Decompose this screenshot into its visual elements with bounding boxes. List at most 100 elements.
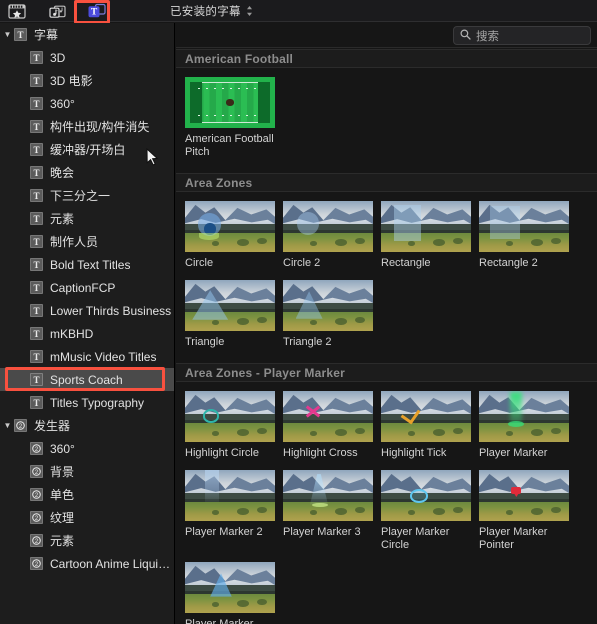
sidebar-group-titles[interactable]: ▼ T 字幕	[0, 23, 174, 46]
item-thumbnail[interactable]	[185, 77, 275, 128]
sidebar-item-captionfcp[interactable]: ▶ T CaptionFCP	[0, 276, 174, 299]
browser-item[interactable]: Player Marker	[479, 391, 577, 460]
title-icon: T	[29, 143, 43, 157]
search-field[interactable]: 搜索	[453, 26, 591, 45]
sidebar-item-label: CaptionFCP	[50, 280, 116, 295]
section-header: American Football	[176, 49, 597, 68]
browser-item[interactable]: Player Marker 3	[283, 470, 381, 552]
sidebar-item-[interactable]: ▶ T 晚会	[0, 161, 174, 184]
item-thumbnail[interactable]	[479, 470, 569, 521]
title-icon: T	[29, 166, 43, 180]
sidebar-item-label: Sports Coach	[50, 372, 123, 387]
browser-item[interactable]: Circle	[185, 201, 283, 270]
sidebar-item-mkbhd[interactable]: ▶ T mKBHD	[0, 322, 174, 345]
section-grid: Highlight Circle Highlight Cross Highlig…	[176, 382, 597, 624]
browser-item[interactable]: American Football Pitch	[185, 77, 283, 159]
browser-item[interactable]: Rectangle	[381, 201, 479, 270]
photos-video-icon[interactable]	[6, 1, 28, 21]
item-thumbnail[interactable]	[185, 470, 275, 521]
sidebar-item-[interactable]: ▶ T 下三分之一	[0, 184, 174, 207]
sidebar-item-lower-thirds-business[interactable]: ▶ T Lower Thirds Business	[0, 299, 174, 322]
browser-item[interactable]: Player Marker Pointer	[479, 470, 577, 552]
title-icon: T	[29, 350, 43, 364]
search-icon	[460, 27, 471, 45]
sidebar-item-[interactable]: ▶ T 缓冲器/开场白	[0, 138, 174, 161]
title-icon: T	[13, 28, 27, 42]
browser-item[interactable]: Player Marker Circle	[381, 470, 479, 552]
svg-text:T: T	[33, 214, 39, 224]
sidebar-item-mmusic-video-titles[interactable]: ▶ T mMusic Video Titles	[0, 345, 174, 368]
item-thumbnail[interactable]	[381, 391, 471, 442]
item-thumbnail[interactable]	[283, 470, 373, 521]
sidebar-item-label: 3D 电影	[50, 74, 93, 88]
sidebar-item-[interactable]: ▶ T 元素	[0, 207, 174, 230]
item-thumbnail[interactable]	[185, 280, 275, 331]
thumbnail-pitch	[185, 77, 275, 128]
thumbnail-scene	[185, 201, 275, 252]
item-thumbnail[interactable]	[283, 280, 373, 331]
sidebar-item-titles-typography[interactable]: ▶ T Titles Typography	[0, 391, 174, 414]
item-label: Rectangle 2	[479, 257, 538, 269]
toolbar-icon-group: T	[6, 1, 108, 21]
library-selector[interactable]: 已安装的字幕	[170, 3, 253, 19]
music-audio-icon[interactable]	[46, 1, 68, 21]
sidebar-item-360[interactable]: ▶ 2 360°	[0, 437, 174, 460]
generator-icon: 2	[29, 442, 43, 456]
thumbnail-scene	[381, 201, 471, 252]
item-thumbnail[interactable]	[479, 201, 569, 252]
item-thumbnail[interactable]	[185, 562, 275, 613]
sidebar-item-label: 单色	[50, 488, 75, 502]
thumbnail-scene	[185, 562, 275, 613]
sidebar-item-cartoon-anime-liquid[interactable]: ▶ 2 Cartoon Anime Liquid...	[0, 552, 174, 575]
sidebar-item-label: mMusic Video Titles	[50, 349, 157, 364]
item-label: American Football Pitch	[185, 133, 274, 158]
item-thumbnail[interactable]	[283, 201, 373, 252]
sidebar-item-label: Bold Text Titles	[50, 257, 131, 272]
sidebar-item-3d[interactable]: ▶ T 3D	[0, 46, 174, 69]
browser-item[interactable]: Highlight Cross	[283, 391, 381, 460]
sidebar-group-label: 发生器	[34, 419, 71, 433]
thumbnail-scene	[283, 280, 373, 331]
sidebar-item-360[interactable]: ▶ T 360°	[0, 92, 174, 115]
item-thumbnail[interactable]	[185, 201, 275, 252]
sidebar-item-[interactable]: ▶ 2 背景	[0, 460, 174, 483]
item-thumbnail[interactable]	[381, 470, 471, 521]
browser-item[interactable]: Player Marker	[185, 562, 283, 624]
item-thumbnail[interactable]	[283, 391, 373, 442]
sidebar-item-label: 360°	[50, 441, 75, 456]
search-input-placeholder[interactable]: 搜索	[476, 28, 499, 44]
sidebar-item-label: 纹理	[50, 511, 75, 525]
item-thumbnail[interactable]	[381, 201, 471, 252]
browser-item[interactable]: Triangle	[185, 280, 283, 349]
sidebar-item-label: 360°	[50, 96, 75, 111]
sidebar-item-sports-coach[interactable]: ▶ T Sports Coach	[0, 368, 174, 391]
sidebar-item-[interactable]: ▶ 2 单色	[0, 483, 174, 506]
disclosure-triangle-icon[interactable]: ▼	[2, 421, 13, 430]
title-icon: T	[29, 51, 43, 65]
sidebar-item-3d[interactable]: ▶ T 3D 电影	[0, 69, 174, 92]
title-icon: T	[29, 396, 43, 410]
sidebar-item-[interactable]: ▶ 2 纹理	[0, 506, 174, 529]
browser-item[interactable]: Highlight Circle	[185, 391, 283, 460]
browser-item[interactable]: Triangle 2	[283, 280, 381, 349]
browser-item[interactable]: Rectangle 2	[479, 201, 577, 270]
browser-item[interactable]: Circle 2	[283, 201, 381, 270]
disclosure-triangle-icon[interactable]: ▼	[2, 30, 13, 39]
sidebar-group-generators[interactable]: ▼ 2 发生器	[0, 414, 174, 437]
sidebar-item-bold-text-titles[interactable]: ▶ T Bold Text Titles	[0, 253, 174, 276]
browser-scroll-area[interactable]: American Football American Football Pitc…	[176, 49, 597, 624]
sidebar[interactable]: ▼ T 字幕▶ T 3D▶ T 3D 电影▶ T 360°▶ T 构件出现/构件…	[0, 23, 175, 624]
titles-generators-icon[interactable]: T	[86, 1, 108, 21]
sidebar-item-[interactable]: ▶ T 构件出现/构件消失	[0, 115, 174, 138]
svg-text:T: T	[33, 237, 39, 247]
browser-item[interactable]: Highlight Tick	[381, 391, 479, 460]
browser-item[interactable]: Player Marker 2	[185, 470, 283, 552]
thumbnail-scene	[381, 391, 471, 442]
sidebar-item-label: 制作人员	[50, 235, 99, 249]
item-thumbnail[interactable]	[479, 391, 569, 442]
item-thumbnail[interactable]	[185, 391, 275, 442]
thumbnail-scene	[479, 470, 569, 521]
sidebar-item-[interactable]: ▶ 2 元素	[0, 529, 174, 552]
chevron-updown-icon	[246, 5, 253, 17]
sidebar-item-[interactable]: ▶ T 制作人员	[0, 230, 174, 253]
